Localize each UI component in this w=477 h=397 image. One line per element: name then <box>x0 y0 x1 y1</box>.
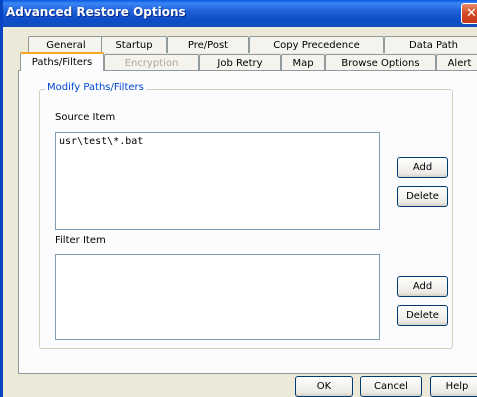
source-item-label: Source Item <box>55 112 116 123</box>
tab-startup[interactable]: Startup <box>101 36 167 53</box>
filter-delete-button[interactable]: Delete <box>397 305 448 326</box>
tab-paths-filters[interactable]: Paths/Filters <box>20 52 104 71</box>
source-add-button[interactable]: Add <box>397 157 448 178</box>
close-icon[interactable]: ✕ <box>461 3 477 24</box>
source-item-list[interactable]: usr\test\*.bat <box>55 132 380 230</box>
source-delete-button[interactable]: Delete <box>397 186 448 207</box>
tab-pre-post[interactable]: Pre/Post <box>167 36 249 53</box>
help-button[interactable]: Help <box>430 376 477 397</box>
filter-item-list[interactable] <box>55 254 380 340</box>
ok-button[interactable]: OK <box>295 376 353 397</box>
tab-copy-precedence[interactable]: Copy Precedence <box>249 36 384 53</box>
list-item[interactable]: usr\test\*.bat <box>59 136 143 147</box>
tab-data-path[interactable]: Data Path <box>384 36 477 53</box>
tab-browse-options[interactable]: Browse Options <box>325 54 436 71</box>
group-legend: Modify Paths/Filters <box>45 82 146 93</box>
filter-item-label: Filter Item <box>55 235 106 246</box>
tab-map[interactable]: Map <box>281 54 325 71</box>
advanced-restore-options-dialog: Advanced Restore Options ✕ General Start… <box>0 0 477 397</box>
cancel-button[interactable]: Cancel <box>360 376 422 397</box>
title-bar: Advanced Restore Options ✕ <box>3 0 477 27</box>
tab-alert[interactable]: Alert <box>436 54 477 71</box>
filter-add-button[interactable]: Add <box>397 276 448 297</box>
window-title: Advanced Restore Options <box>6 5 186 19</box>
tab-encryption[interactable]: Encryption <box>104 54 199 71</box>
tab-general[interactable]: General <box>28 36 104 53</box>
tab-job-retry[interactable]: Job Retry <box>199 54 281 71</box>
